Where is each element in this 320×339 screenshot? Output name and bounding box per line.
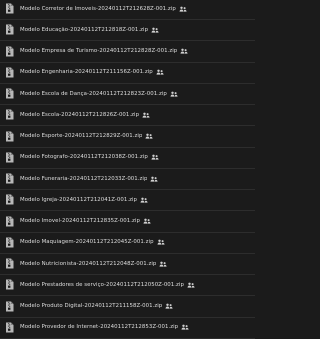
people-icon — [159, 261, 167, 267]
file-row[interactable]: Modelo Funeraria-20240112T212033Z-001.zi… — [0, 168, 255, 190]
file-name: Modelo Esporte-20240112T212829Z-001.zip — [20, 133, 143, 139]
people-icon — [142, 112, 150, 118]
file-row[interactable]: Modelo Escola de Dança-20240112T212823Z-… — [0, 83, 255, 105]
zip-file-icon — [6, 322, 14, 333]
file-row[interactable]: Modelo Prestadores de serviço-20240112T2… — [0, 274, 255, 297]
file-row[interactable]: Modelo Fotografo-20240112T212038Z-001.zi… — [0, 147, 255, 169]
people-icon — [151, 27, 159, 33]
zip-file-icon — [6, 216, 14, 226]
zip-file-icon — [6, 3, 14, 14]
file-name: Modelo Corretor de Imoveis-20240112T2126… — [20, 5, 176, 12]
zip-file-icon — [6, 279, 14, 290]
zip-file-icon — [6, 109, 14, 120]
people-icon — [187, 282, 195, 288]
file-name: Modelo Escola-20240112T212826Z-001.zip — [20, 111, 140, 118]
people-icon — [151, 154, 159, 160]
file-list: Modelo Corretor de Imoveis-20240112T2126… — [0, 0, 255, 339]
file-name: Modelo Engenharia-20240112T211156Z-001.z… — [20, 69, 153, 76]
file-name: Modelo Provedor de Internet-20240112T212… — [20, 324, 179, 331]
zip-file-icon — [6, 67, 14, 78]
people-icon — [181, 324, 189, 330]
people-icon — [156, 69, 164, 75]
file-name: Modelo Maquiagem-20240112T212045Z-001.zi… — [20, 239, 154, 246]
people-icon — [143, 218, 151, 224]
file-row[interactable]: Modelo Empresa de Turismo-20240112T21282… — [0, 41, 255, 63]
file-row[interactable]: Modelo Esporte-20240112T212829Z-001.zip — [0, 126, 255, 148]
file-name: Modelo Escola de Dança-20240112T212823Z-… — [20, 90, 167, 97]
zip-file-icon — [6, 237, 14, 248]
people-icon — [180, 48, 188, 54]
zip-file-icon — [6, 131, 14, 141]
file-row[interactable]: Modelo Escola-20240112T212826Z-001.zip — [0, 104, 255, 127]
people-icon — [170, 91, 178, 97]
zip-file-icon — [6, 88, 14, 99]
file-row[interactable]: Modelo Nutricionista-20240112T212048Z-00… — [0, 253, 255, 275]
people-icon — [157, 239, 165, 245]
zip-file-icon — [6, 258, 14, 269]
zip-file-icon — [6, 152, 14, 163]
file-name: Modelo Igreja-20240112T212041Z-001.zip — [20, 196, 138, 203]
file-name: Modelo Funeraria-20240112T212033Z-001.zi… — [20, 175, 148, 182]
file-row[interactable]: Modelo Educação-20240112T212818Z-001.zip — [0, 19, 255, 42]
people-icon — [165, 303, 173, 309]
zip-file-icon — [6, 301, 14, 311]
file-row[interactable]: Modelo Provedor de Internet-20240112T212… — [0, 317, 255, 339]
people-icon — [140, 197, 148, 203]
file-row[interactable]: Modelo Corretor de Imoveis-20240112T2126… — [0, 0, 255, 20]
people-icon — [179, 6, 187, 12]
file-name: Modelo Educação-20240112T212818Z-001.zip — [20, 26, 149, 33]
file-row[interactable]: Modelo Engenharia-20240112T211156Z-001.z… — [0, 62, 255, 84]
file-name: Modelo Empresa de Turismo-20240112T21282… — [20, 48, 178, 54]
file-row[interactable]: Modelo Produto Digital-20240112T211158Z-… — [0, 296, 255, 318]
zip-file-icon — [6, 24, 14, 35]
people-icon — [150, 176, 159, 182]
zip-file-icon — [6, 173, 14, 184]
zip-file-icon — [6, 194, 14, 205]
file-name: Modelo Imovel-20240112T212835Z-001.zip — [20, 218, 140, 224]
people-icon — [145, 133, 154, 139]
zip-file-icon — [6, 46, 14, 56]
file-row[interactable]: Modelo Igreja-20240112T212041Z-001.zip — [0, 189, 255, 212]
file-name: Modelo Produto Digital-20240112T211158Z-… — [20, 303, 163, 309]
file-name: Modelo Fotografo-20240112T212038Z-001.zi… — [20, 154, 148, 161]
file-name: Modelo Prestadores de serviço-20240112T2… — [20, 281, 184, 288]
file-row[interactable]: Modelo Imovel-20240112T212835Z-001.zip — [0, 211, 255, 233]
file-name: Modelo Nutricionista-20240112T212048Z-00… — [20, 260, 157, 267]
file-row[interactable]: Modelo Maquiagem-20240112T212045Z-001.zi… — [0, 232, 255, 254]
